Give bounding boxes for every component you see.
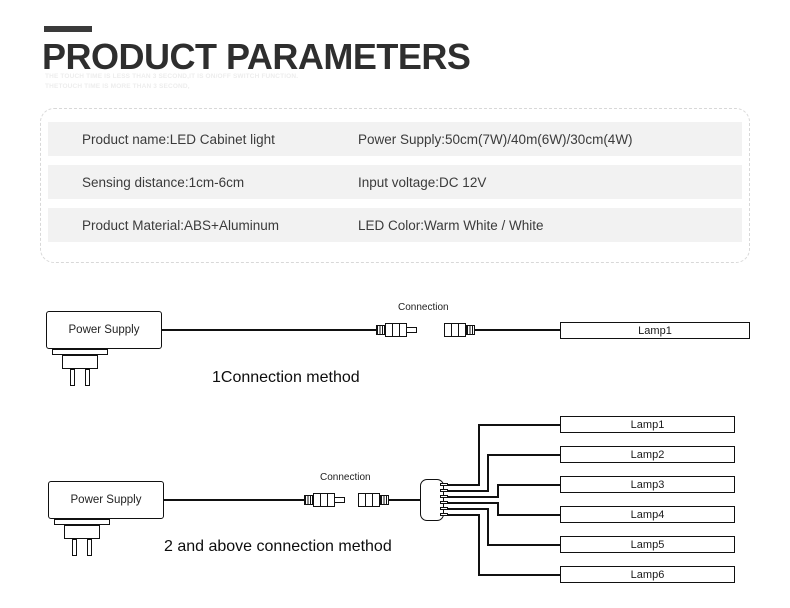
branch-4-seg-h2 — [497, 514, 560, 516]
lamp-label: Lamp3 — [630, 478, 665, 491]
branch-5-seg-h1 — [447, 508, 489, 510]
diagram-2-caption: 2 and above connection method — [164, 538, 392, 555]
cable-plug-to-lamp-1 — [478, 329, 560, 331]
lamp-label: Lamp1 — [630, 418, 665, 431]
power-supply-label-1: Power Supply — [68, 324, 140, 336]
lamp-box-2-3: Lamp3 — [560, 476, 735, 493]
power-supply-prong-left-1 — [70, 369, 75, 386]
table-row: Product name:LED Cabinet light Power Sup… — [48, 122, 742, 156]
connection-label-1: Connection — [398, 302, 449, 313]
lamp-box-1-1: Lamp1 — [560, 322, 750, 339]
header-subtitle-line-1: THE TOUCH TIME IS LESS THAN 3 SECOND,IT … — [45, 73, 299, 80]
branch-5-seg-h2 — [487, 544, 560, 546]
power-supply-plug-base-1 — [62, 355, 98, 369]
lamp-label: Lamp2 — [630, 448, 665, 461]
branch-4-seg-h1 — [447, 502, 499, 504]
branch-5-seg-v — [487, 508, 489, 545]
barrel-plug-female-1 — [444, 323, 482, 337]
lamp-box-2-4: Lamp4 — [560, 506, 735, 523]
header-subtitle-line-2: THETOUCH TIME IS MORE THAN 3 SECOND, — [45, 83, 190, 90]
spec-table: Product name:LED Cabinet light Power Sup… — [48, 122, 742, 251]
lamp-box-2-2: Lamp2 — [560, 446, 735, 463]
cable-plug-to-splitter — [392, 499, 421, 501]
lamp-label: Lamp1 — [638, 324, 672, 337]
power-supply-prong-right-2 — [87, 539, 92, 556]
branch-3-seg-h2 — [497, 484, 560, 486]
cable-supply-to-plug-2 — [164, 499, 301, 501]
spec-sensing-distance: Sensing distance:1cm-6cm — [82, 174, 245, 190]
diagram-1-caption: 1Connection method — [212, 369, 360, 386]
power-supply-prong-right-1 — [85, 369, 90, 386]
connection-label-2: Connection — [320, 472, 371, 483]
lamp-box-2-5: Lamp5 — [560, 536, 735, 553]
power-supply-brick-2: Power Supply — [48, 481, 164, 519]
power-supply-prong-left-2 — [72, 539, 77, 556]
branch-1-seg-h2 — [478, 424, 560, 426]
barrel-plug-female-2 — [358, 493, 396, 507]
branch-3-seg-h1 — [447, 496, 499, 498]
spec-product-name: Product name:LED Cabinet light — [82, 131, 275, 147]
power-supply-plug-base-2 — [64, 525, 100, 539]
table-row: Product Material:ABS+Aluminum LED Color:… — [48, 208, 742, 242]
header-subtitle: THE TOUCH TIME IS LESS THAN 3 SECOND,IT … — [45, 72, 298, 92]
power-supply-label-2: Power Supply — [70, 494, 142, 506]
power-supply-brick-1: Power Supply — [46, 311, 162, 349]
branch-6-seg-h1 — [447, 514, 480, 516]
lamp-label: Lamp6 — [630, 568, 665, 581]
branch-2-seg-h2 — [487, 454, 560, 456]
lamp-box-2-6: Lamp6 — [560, 566, 735, 583]
lamp-box-2-1: Lamp1 — [560, 416, 735, 433]
spec-led-color: LED Color:Warm White / White — [358, 217, 544, 233]
product-parameters-page: PRODUCT PARAMETERS THE TOUCH TIME IS LES… — [0, 0, 790, 608]
barrel-plug-male-1 — [370, 323, 418, 337]
table-row: Sensing distance:1cm-6cm Input voltage:D… — [48, 165, 742, 199]
branch-1-seg-h1 — [447, 484, 480, 486]
lamp-label: Lamp4 — [630, 508, 665, 521]
title-accent-bar — [44, 26, 92, 32]
spec-power-supply: Power Supply:50cm(7W)/40m(6W)/30cm(4W) — [358, 131, 633, 147]
branch-6-seg-v — [478, 514, 480, 575]
spec-product-material: Product Material:ABS+Aluminum — [82, 217, 279, 233]
branch-6-seg-h2 — [478, 574, 560, 576]
branch-3-seg-v — [497, 484, 499, 497]
lamp-label: Lamp5 — [630, 538, 665, 551]
barrel-plug-male-2 — [298, 493, 346, 507]
branch-2-seg-h1 — [447, 490, 489, 492]
branch-2-seg-v — [487, 454, 489, 491]
cable-supply-to-plug-1 — [162, 329, 373, 331]
branch-1-seg-v — [478, 424, 480, 485]
spec-input-voltage: Input voltage:DC 12V — [358, 174, 487, 190]
